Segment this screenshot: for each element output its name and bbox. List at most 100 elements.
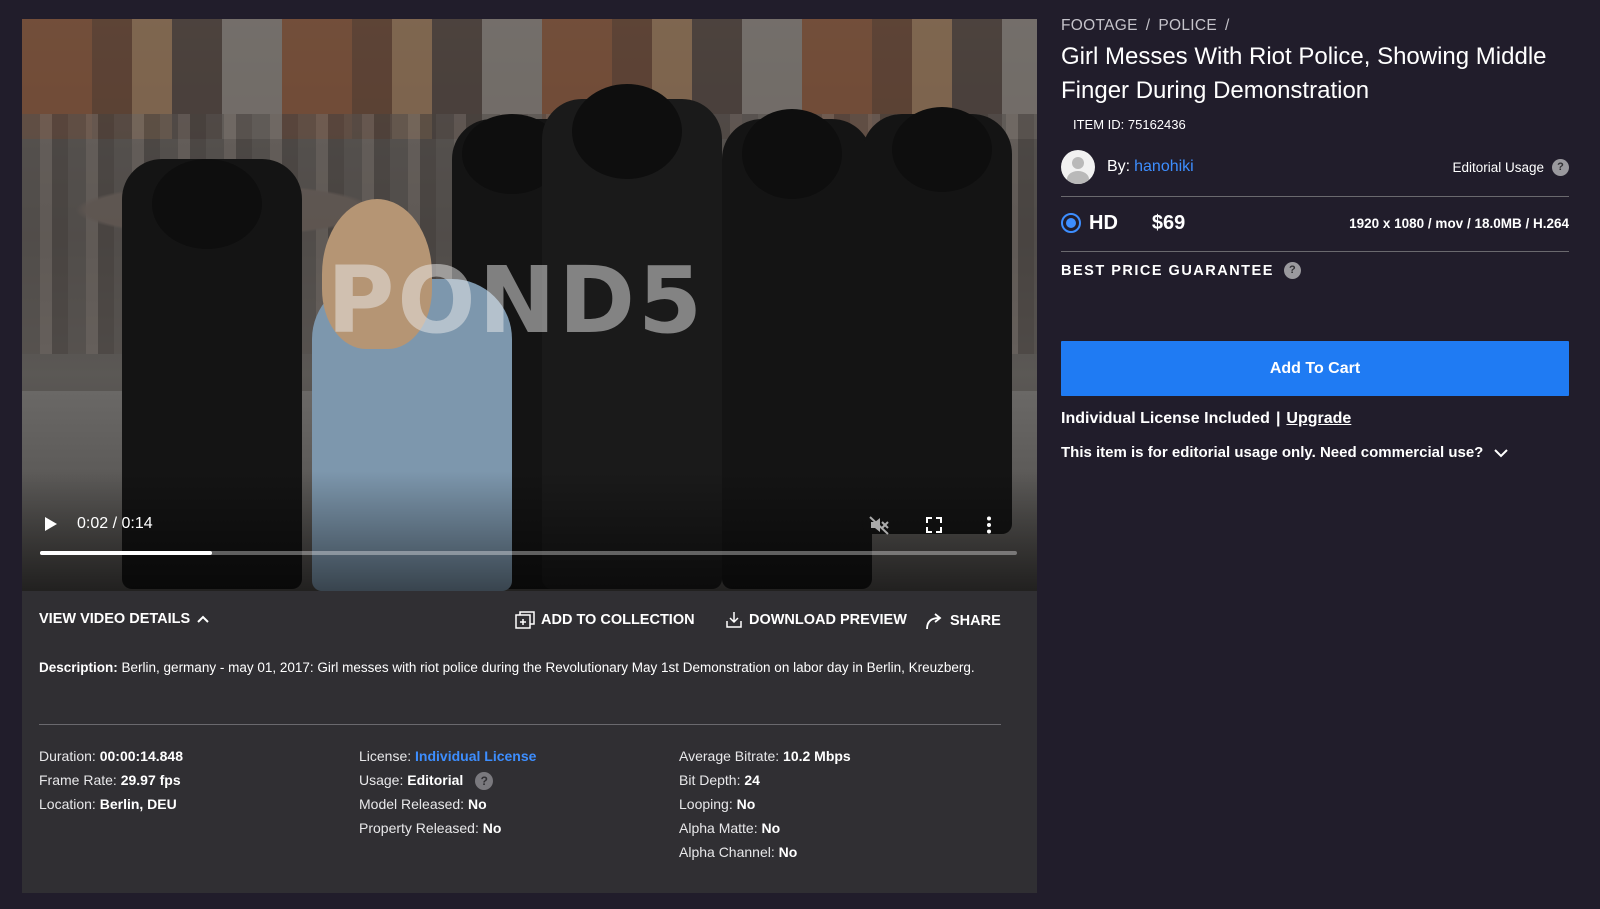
spec-label: Location: [39, 796, 96, 812]
spec-license: License: Individual License [359, 744, 536, 768]
spec-value: No [778, 844, 798, 860]
share-label: SHARE [950, 613, 1001, 629]
current-time: 0:02 [77, 515, 109, 532]
editorial-usage: Editorial Usage ? [1452, 158, 1569, 176]
spec-value: No [736, 796, 756, 812]
time-display: 0:02 / 0:14 [77, 515, 153, 532]
divider [1061, 251, 1569, 252]
video-description: Description: Berlin, germany - may 01, 2… [39, 657, 1009, 679]
spec-value: No [482, 820, 502, 836]
spec-model-released: Model Released: No [359, 792, 536, 816]
format-label: HD [1089, 211, 1118, 234]
add-to-cart-button[interactable]: Add To Cart [1061, 341, 1569, 396]
license-link[interactable]: Individual License [415, 748, 536, 764]
mute-icon[interactable] [868, 514, 890, 536]
divider [1061, 196, 1569, 197]
spec-label: Property Released: [359, 820, 479, 836]
separator: | [1275, 410, 1281, 427]
spec-alpha-channel: Alpha Channel: No [679, 840, 851, 864]
breadcrumb-separator: / [1225, 17, 1230, 34]
spec-bit-depth: Bit Depth: 24 [679, 768, 851, 792]
spec-label: Duration: [39, 748, 96, 764]
spec-looping: Looping: No [679, 792, 851, 816]
page-title: Girl Messes With Riot Police, Showing Mi… [1061, 43, 1547, 104]
total-duration: 0:14 [121, 515, 153, 532]
price: $69 [1151, 211, 1186, 234]
spec-location: Location: Berlin, DEU [39, 792, 183, 816]
file-specs: 1920 x 1080 / mov / 18.0MB / H.264 [1349, 215, 1569, 231]
chevron-up-icon [197, 615, 209, 623]
breadcrumb-separator: / [1145, 17, 1151, 34]
download-preview-button[interactable]: DOWNLOAD PREVIEW [725, 611, 907, 629]
spec-property-released: Property Released: No [359, 816, 536, 840]
share-button[interactable]: SHARE [924, 611, 1001, 631]
upgrade-link[interactable]: Upgrade [1286, 410, 1351, 427]
help-icon[interactable]: ? [475, 772, 494, 791]
specs-column-1: Duration: 00:00:14.848 Frame Rate: 29.97… [39, 744, 183, 816]
video-player[interactable]: POND5 0:02 / 0:14 [22, 19, 1037, 591]
spec-value: 24 [744, 772, 760, 788]
format-radio[interactable] [1061, 213, 1081, 233]
commercial-use-toggle[interactable]: This item is for editorial usage only. N… [1061, 444, 1509, 461]
spec-value: 00:00:14.848 [99, 748, 183, 764]
video-frame-helmet [572, 84, 682, 179]
details-action-bar: VIEW VIDEO DETAILS ADD TO COLLECTION DOW… [39, 611, 1019, 633]
progress-bar[interactable] [40, 551, 1017, 555]
spec-value: 29.97 fps [120, 772, 181, 788]
chevron-down-icon [1494, 448, 1509, 457]
radio-selected-dot [1066, 218, 1076, 228]
breadcrumb: FOOTAGE / POLICE / [1061, 17, 1569, 35]
breadcrumb-footage[interactable]: FOOTAGE [1061, 17, 1138, 35]
by-label: By: [1107, 158, 1131, 175]
spec-label: Average Bitrate: [679, 748, 780, 764]
spec-label: Alpha Matte: [679, 820, 758, 836]
best-price-guarantee: BEST PRICE GUARANTEE ? [1061, 262, 1301, 279]
guarantee-label: BEST PRICE GUARANTEE [1061, 262, 1274, 279]
add-to-collection-button[interactable]: ADD TO COLLECTION [515, 611, 695, 629]
breadcrumb-police[interactable]: POLICE [1158, 17, 1217, 35]
avatar[interactable] [1061, 150, 1095, 184]
more-vert-icon[interactable] [978, 514, 1000, 536]
play-icon[interactable] [40, 514, 60, 534]
specs-column-3: Average Bitrate: 10.2 Mbps Bit Depth: 24… [679, 744, 851, 864]
spec-label: Usage: [359, 772, 404, 788]
spec-frame-rate: Frame Rate: 29.97 fps [39, 768, 183, 792]
format-option[interactable]: HD $69 1920 x 1080 / mov / 18.0MB / H.26… [1061, 208, 1569, 238]
video-frame-helmet [892, 107, 992, 192]
spec-label: Model Released: [359, 796, 465, 812]
product-sidebar: FOOTAGE / POLICE / Girl Messes With Riot… [1061, 17, 1569, 461]
license-included-row: Individual License Included | Upgrade [1061, 410, 1351, 428]
fullscreen-icon[interactable] [923, 514, 945, 536]
help-icon[interactable]: ? [1283, 262, 1301, 279]
video-details-panel: VIEW VIDEO DETAILS ADD TO COLLECTION DOW… [22, 591, 1037, 893]
add-collection-icon [515, 611, 535, 629]
spec-value: No [467, 796, 487, 812]
download-icon [726, 612, 742, 628]
add-to-collection-label: ADD TO COLLECTION [541, 612, 695, 628]
spec-duration: Duration: 00:00:14.848 [39, 744, 183, 768]
video-frame-helmet [742, 109, 842, 199]
author-link[interactable]: hanohiki [1134, 158, 1194, 176]
help-icon[interactable]: ? [1552, 158, 1569, 176]
video-column: POND5 0:02 / 0:14 VIEW VIDEO DETAILS ADD… [22, 19, 1037, 893]
watermark: POND5 [327, 247, 706, 354]
description-text: Berlin, germany - may 01, 2017: Girl mes… [121, 660, 975, 675]
spec-value: 10.2 Mbps [783, 748, 851, 764]
author-row: By: hanohiki Editorial Usage ? [1061, 149, 1569, 185]
spec-average-bitrate: Average Bitrate: 10.2 Mbps [679, 744, 851, 768]
spec-value: Berlin, DEU [99, 796, 177, 812]
item-id: ITEM ID: 75162436 [1073, 117, 1186, 132]
view-video-details-button[interactable]: VIEW VIDEO DETAILS [39, 611, 210, 627]
description-label: Description: [39, 660, 118, 675]
divider [39, 724, 1001, 725]
spec-label: License: [359, 748, 412, 764]
spec-label: Looping: [679, 796, 733, 812]
spec-value: Editorial [407, 772, 464, 788]
share-icon [926, 613, 942, 630]
video-frame-helmet [152, 159, 262, 249]
specs-column-2: License: Individual License Usage: Edito… [359, 744, 536, 840]
spec-usage: Usage: Editorial? [359, 768, 536, 792]
spec-value: No [761, 820, 781, 836]
download-preview-label: DOWNLOAD PREVIEW [749, 612, 907, 628]
commercial-use-label: This item is for editorial usage only. N… [1061, 444, 1484, 461]
